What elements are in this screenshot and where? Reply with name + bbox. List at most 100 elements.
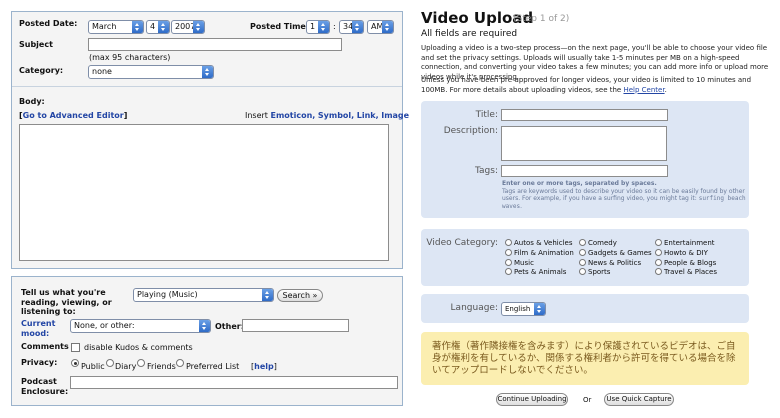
category-option[interactable]: Sports (579, 268, 610, 276)
month-value: March (92, 22, 117, 31)
video-title-input[interactable] (501, 109, 668, 121)
category-option[interactable]: Howto & DIY (655, 249, 708, 257)
day-select[interactable]: 4 (146, 20, 170, 34)
body-textarea[interactable] (19, 124, 389, 261)
radio-icon (655, 249, 662, 256)
category-option[interactable]: People & Blogs (655, 259, 716, 267)
chevron-updown-icon (262, 289, 273, 301)
month-select[interactable]: March (88, 20, 144, 34)
insert-symbol-link[interactable]: Symbol, (318, 111, 354, 120)
video-description-textarea[interactable] (501, 126, 667, 161)
mood-select[interactable]: None, or other: (70, 319, 211, 333)
privacy-diary-radio[interactable] (106, 359, 114, 367)
category-option[interactable]: Music (505, 259, 534, 267)
podcast-label-2: Enclosure: (21, 386, 69, 396)
video-category-label: Video Category: (426, 238, 498, 248)
mood-label-1: Current (21, 319, 56, 328)
limit-text: Unless you have been pre-approved for lo… (421, 76, 769, 95)
radio-icon (655, 259, 662, 266)
category-option[interactable]: Pets & Animals (505, 268, 566, 276)
disable-kudos-checkbox[interactable] (71, 343, 80, 352)
advanced-editor-link[interactable]: Go to Advanced Editor (23, 111, 124, 120)
insert-link-link[interactable]: Link, (357, 111, 379, 120)
advanced-editor-link-wrap: [Go to Advanced Editor] (19, 111, 127, 120)
privacy-preferred-radio[interactable] (176, 359, 184, 367)
continue-uploading-button[interactable]: Continue Uploading (496, 393, 568, 406)
subject-label: Subject (19, 40, 53, 49)
chevron-updown-icon (193, 21, 204, 33)
chevron-updown-icon (202, 66, 213, 78)
radio-icon (655, 268, 662, 275)
search-button[interactable]: Search » (277, 289, 323, 302)
other-mood-input[interactable] (242, 319, 349, 332)
category-option[interactable]: Gadgets & Games (579, 249, 652, 257)
description-label: Description: (443, 126, 498, 136)
current-mood-label: Current mood: (21, 319, 55, 338)
minute-select[interactable]: 34 (339, 20, 364, 34)
insert-emoticon-link[interactable]: Emoticon, (271, 111, 316, 120)
category-option-label: Film & Animation (514, 249, 574, 257)
radio-icon (655, 239, 662, 246)
category-option-label: Entertainment (664, 239, 715, 247)
chevron-updown-icon (382, 21, 393, 33)
media-type-select[interactable]: Playing (Music) (133, 288, 274, 302)
chevron-updown-icon (158, 21, 169, 33)
category-option[interactable]: Film & Animation (505, 249, 574, 257)
or-text: Or (583, 396, 592, 404)
privacy-help-link[interactable]: help (254, 362, 274, 371)
category-option-label: Pets & Animals (514, 268, 567, 276)
limit-text-end: . (664, 85, 667, 94)
quick-capture-button[interactable]: Use Quick Capture (604, 393, 674, 406)
category-option[interactable]: News & Politics (579, 259, 641, 267)
category-option-label: News & Politics (588, 259, 642, 267)
post-form-divider (12, 86, 402, 87)
subject-hint: (max 95 characters) (89, 53, 171, 62)
chevron-updown-icon (534, 303, 545, 315)
step-indicator: (Step 1 of 2) (513, 14, 570, 24)
radio-icon (505, 239, 512, 246)
privacy-public-radio[interactable] (71, 359, 79, 367)
day-value: 4 (150, 22, 156, 31)
radio-icon (579, 259, 586, 266)
category-option[interactable]: Autos & Vehicles (505, 239, 573, 247)
privacy-friends-radio[interactable] (137, 359, 145, 367)
radio-icon (505, 259, 512, 266)
category-option-label: Travel & Places (664, 268, 717, 276)
time-separator: : (333, 22, 336, 31)
category-option[interactable]: Travel & Places (655, 268, 717, 276)
category-option[interactable]: Comedy (579, 239, 617, 247)
language-select[interactable]: English (501, 302, 546, 316)
bracket-close: ] (123, 111, 128, 120)
category-option[interactable]: Entertainment (655, 239, 715, 247)
category-option-label: Autos & Vehicles (514, 239, 573, 247)
title-label: Title: (475, 110, 498, 120)
insert-image-link[interactable]: Image (381, 111, 409, 120)
language-label: Language: (450, 303, 498, 313)
category-option-label: People & Blogs (664, 259, 717, 267)
category-value: none (92, 67, 112, 76)
body-label: Body: (19, 97, 45, 106)
comments-label: Comments (21, 342, 69, 351)
chevron-updown-icon (318, 21, 329, 33)
category-label: Category: (19, 66, 64, 75)
video-tags-input[interactable] (501, 165, 668, 177)
category-select[interactable]: none (88, 65, 214, 79)
posted-time-label: Posted Time: (250, 22, 310, 31)
category-option-label: Howto & DIY (664, 249, 708, 257)
year-select[interactable]: 2007 (171, 20, 205, 34)
disable-kudos-label: disable Kudos & comments (84, 343, 193, 352)
privacy-public-label: Public (81, 362, 105, 371)
tags-hint: Enter one or more tags, separated by spa… (502, 180, 746, 210)
chevron-updown-icon (352, 21, 363, 33)
privacy-label: Privacy: (21, 358, 58, 367)
posted-date-label: Posted Date: (19, 19, 78, 28)
subject-input[interactable] (88, 38, 342, 51)
copyright-notice-text: 著作権（著作隣接権を含みます）により保護されているビデオは、ご自身が権利を有して… (432, 341, 736, 376)
ampm-select[interactable]: AM (367, 20, 394, 34)
help-bracket-close: ] (273, 362, 277, 371)
help-center-link[interactable]: Help Center (623, 86, 664, 94)
tags-hint-bold: Enter one or more tags, separated by spa… (502, 180, 657, 187)
hour-select[interactable]: 1 (306, 20, 330, 34)
privacy-help-wrap: [help] (251, 362, 277, 371)
podcast-input[interactable] (70, 376, 398, 389)
